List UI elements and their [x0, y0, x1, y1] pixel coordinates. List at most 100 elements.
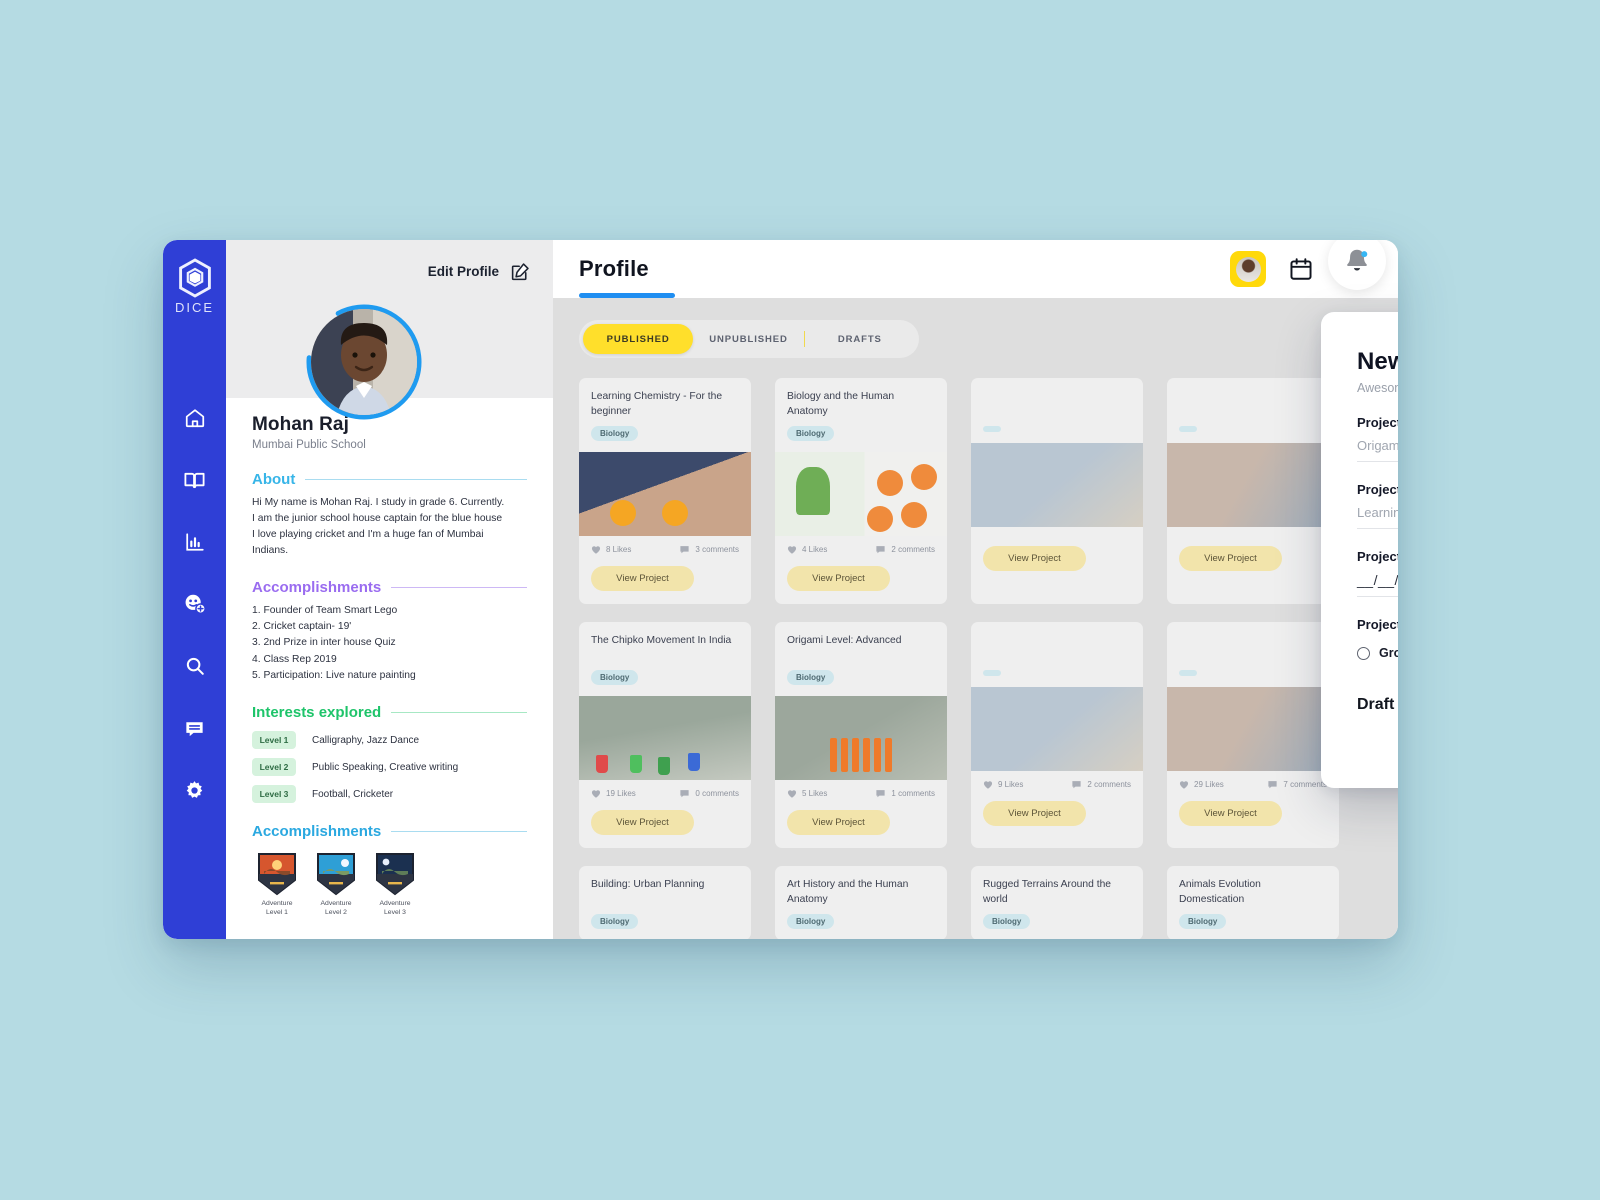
- view-project-button[interactable]: View Project: [1179, 801, 1282, 826]
- edit-pencil-icon: [511, 263, 529, 281]
- project-title: Learning Chemistry - For the beginner: [591, 391, 723, 417]
- project-meta: [971, 527, 1143, 535]
- badge-caption: Adventure Level 2: [320, 900, 352, 917]
- project-card[interactable]: View Project: [971, 378, 1143, 604]
- home-icon: [185, 409, 204, 428]
- project-card[interactable]: 9 Likes 2 comments View Project: [971, 622, 1143, 848]
- sidebar-item-home[interactable]: [178, 401, 212, 435]
- sidebar-item-messages[interactable]: [178, 711, 212, 745]
- badges-heading: Accomplishments: [252, 823, 382, 841]
- project-name-label: Project Name: [1357, 415, 1398, 430]
- sidebar: DICE: [163, 240, 226, 939]
- project-tag: Biology: [591, 670, 639, 685]
- project-thumbnail: [775, 452, 947, 536]
- project-thumbnail: [1167, 687, 1339, 771]
- comment-icon: [876, 790, 886, 798]
- edit-profile-button[interactable]: Edit Profile: [428, 261, 531, 282]
- content-area: PUBLISHED UNPUBLISHED DRAFTS Learning Ch…: [553, 298, 1398, 939]
- project-thumbnail: [775, 696, 947, 780]
- gear-icon: [186, 780, 203, 798]
- tab-published[interactable]: PUBLISHED: [583, 324, 694, 354]
- project-thumbnail: [1167, 443, 1339, 527]
- project-card[interactable]: 29 Likes 7 comments View Project: [1167, 622, 1339, 848]
- project-meta: 29 Likes 7 comments: [1167, 771, 1339, 790]
- sidebar-item-settings[interactable]: [178, 773, 212, 807]
- add-friend-icon: [185, 594, 206, 614]
- project-title: [1167, 622, 1339, 664]
- project-name-input[interactable]: Origami - advanced: [1357, 430, 1398, 462]
- project-thumbnail: [971, 443, 1143, 527]
- message-icon: [186, 721, 203, 736]
- level-badge: Level 1: [252, 731, 296, 750]
- list-item: 1. Founder of Team Smart Lego: [252, 604, 398, 616]
- profile-panel: Edit Profile Mohan Raj Mumbai Public Sch…: [226, 240, 553, 939]
- likes-count: 4 Likes: [787, 545, 827, 555]
- project-card[interactable]: Building: Urban Planning Biology: [579, 866, 751, 939]
- radio-group-project[interactable]: Group Project: [1357, 646, 1398, 660]
- view-project-button[interactable]: View Project: [1179, 546, 1282, 571]
- project-card[interactable]: View Project: [1167, 378, 1339, 604]
- project-card[interactable]: Animals Evolution Domestication Biology: [1167, 866, 1339, 939]
- duration-from-input[interactable]: __/__/____: [1357, 572, 1398, 588]
- interests-list: Level 1 Calligraphy, Jazz Dance Level 2 …: [252, 731, 527, 804]
- person-school: Mumbai Public School: [252, 439, 366, 451]
- sidebar-item-analytics[interactable]: [178, 525, 212, 559]
- list-item: Level 2 Public Speaking, Creative writin…: [252, 758, 527, 777]
- about-divider: [305, 479, 527, 480]
- project-meta: [1167, 527, 1339, 535]
- project-description-label: Project Description: [1357, 482, 1398, 497]
- notification-button[interactable]: [1328, 240, 1386, 290]
- likes-count: 19 Likes: [591, 789, 636, 799]
- project-card[interactable]: The Chipko Movement In India Biology 19 …: [579, 622, 751, 848]
- heart-icon: [787, 545, 797, 554]
- likes-count: 9 Likes: [983, 780, 1023, 790]
- new-project-modal: ✖ New Project Awesome, lets create a new…: [1321, 312, 1398, 788]
- interests-divider: [391, 712, 527, 714]
- dice-hex-logo-icon: [178, 258, 211, 298]
- interests-heading: Interests explored: [252, 704, 382, 722]
- list-item: 5. Participation: Live nature painting: [252, 669, 416, 681]
- calendar-button[interactable]: [1288, 256, 1314, 282]
- project-description-input[interactable]: Learning advanced folding with Prajakta …: [1357, 497, 1398, 529]
- duration-inputs: __/__/____ To __/__/____: [1357, 564, 1398, 597]
- sidebar-item-search[interactable]: [178, 649, 212, 683]
- project-description-field: Project Description Learning advanced fo…: [1357, 482, 1398, 529]
- view-project-button[interactable]: View Project: [591, 810, 694, 835]
- project-card[interactable]: Art History and the Human Anatomy Biolog…: [775, 866, 947, 939]
- edit-profile-label: Edit Profile: [427, 264, 499, 279]
- user-avatar-button[interactable]: [1230, 251, 1266, 287]
- tab-unpublished[interactable]: UNPUBLISHED: [693, 324, 803, 354]
- view-project-button[interactable]: View Project: [787, 566, 890, 591]
- project-title: The Chipko Movement In India: [591, 635, 732, 646]
- project-title: [971, 622, 1143, 664]
- project-card[interactable]: Biology and the Human Anatomy Biology 4 …: [775, 378, 947, 604]
- sidebar-item-add-friend[interactable]: [178, 587, 212, 621]
- modal-title: New Project: [1357, 348, 1398, 375]
- comments-count: 3 comments: [679, 544, 739, 555]
- project-card[interactable]: Rugged Terrains Around the world Biology: [971, 866, 1143, 939]
- radio-group-project-label: Group Project: [1379, 646, 1398, 660]
- badge-item[interactable]: Adventure Level 1: [254, 852, 300, 917]
- project-card[interactable]: Origami Level: Advanced Biology 5 Likes …: [775, 622, 947, 848]
- view-project-button[interactable]: View Project: [787, 810, 890, 835]
- tab-drafts[interactable]: DRAFTS: [805, 324, 915, 354]
- view-project-button[interactable]: View Project: [983, 546, 1086, 571]
- interests-section-header: Interests explored: [252, 704, 527, 721]
- accomplishments-section-header: Accomplishments: [252, 579, 527, 596]
- page-title: Profile: [579, 256, 649, 281]
- view-project-button[interactable]: View Project: [591, 566, 694, 591]
- project-meta: 8 Likes 3 comments: [579, 536, 751, 555]
- sidebar-nav: [178, 401, 212, 807]
- badge-item[interactable]: Adventure Level 2: [313, 852, 359, 917]
- project-card[interactable]: Learning Chemistry - For the beginner Bi…: [579, 378, 751, 604]
- view-project-button[interactable]: View Project: [983, 801, 1086, 826]
- app-logo[interactable]: DICE: [175, 258, 214, 315]
- draft-button[interactable]: Draft: [1357, 696, 1394, 714]
- project-duration-field: Project Duration __/__/____ To __/__/___…: [1357, 549, 1398, 597]
- sidebar-item-library[interactable]: [178, 463, 212, 497]
- comment-icon: [680, 546, 690, 554]
- adventure-badge-icon: [317, 853, 355, 896]
- heart-icon: [591, 789, 601, 798]
- badge-item[interactable]: Adventure Level 3: [372, 852, 418, 917]
- modal-subtitle: Awesome, lets create a new project: [1357, 381, 1398, 395]
